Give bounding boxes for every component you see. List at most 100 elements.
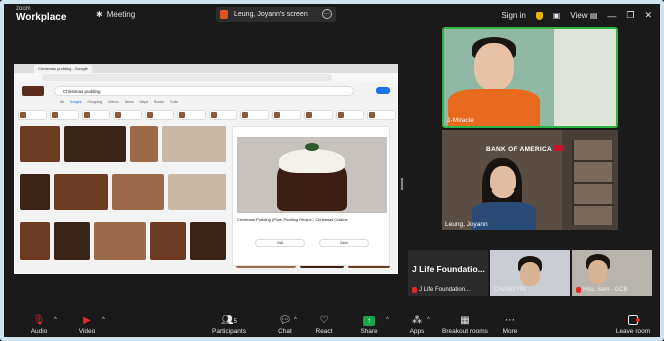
image-result[interactable] xyxy=(130,126,158,162)
tab-images[interactable]: Images xyxy=(70,100,81,104)
participant-name: Hsu, Sam - GCB xyxy=(583,287,628,293)
image-result[interactable] xyxy=(190,222,226,260)
more-label: More xyxy=(502,328,518,335)
image-preview-panel[interactable]: Christmas Pudding (Plum Pudding Recipe -… xyxy=(232,126,390,266)
mic-muted-icon xyxy=(576,287,581,293)
background-wall xyxy=(554,29,616,126)
image-result[interactable] xyxy=(54,174,108,210)
filter-chip[interactable] xyxy=(81,110,111,120)
leave-icon xyxy=(628,315,640,325)
filter-chip[interactable] xyxy=(367,110,396,120)
image-result[interactable] xyxy=(94,222,146,260)
bank-flag-icon xyxy=(554,145,564,151)
icing-shape xyxy=(279,149,345,173)
video-tile-miracle[interactable]: 1-Miracle xyxy=(442,27,618,128)
shared-screen[interactable]: Christmas pudding - Google Sea Christmas… xyxy=(14,64,398,274)
maximize-icon[interactable]: ❐ xyxy=(626,10,634,21)
participants-button[interactable]: 👥︎5 Participants xyxy=(204,315,254,335)
save-button[interactable]: Save xyxy=(319,239,369,247)
tab-news[interactable]: News xyxy=(125,100,134,104)
holly-shape xyxy=(305,143,319,151)
screen-share-label: Leung, Joyann's screen xyxy=(234,11,308,18)
filter-chip[interactable] xyxy=(272,110,301,120)
tab-all[interactable]: All xyxy=(60,100,64,104)
more-options-icon[interactable]: … xyxy=(322,9,332,19)
participant-face xyxy=(588,260,608,284)
filter-chip[interactable] xyxy=(303,110,333,120)
tab-maps[interactable]: Maps xyxy=(140,100,149,104)
tab-books[interactable]: Books xyxy=(154,100,164,104)
filter-chip[interactable] xyxy=(335,110,365,120)
screen-share-indicator[interactable]: Leung, Joyann's screen … xyxy=(216,7,336,22)
share-screen-icon xyxy=(220,10,228,19)
filter-chip[interactable] xyxy=(145,110,174,120)
participant-face xyxy=(474,43,514,91)
image-result[interactable] xyxy=(64,126,126,162)
mic-muted-icon xyxy=(412,287,417,293)
share-arrow-icon: ↑ xyxy=(363,316,375,326)
image-result[interactable] xyxy=(20,174,50,210)
close-icon[interactable]: ✕ xyxy=(644,10,652,21)
view-button[interactable]: View ▤ xyxy=(570,11,597,20)
browser-address-bar xyxy=(14,73,398,82)
url-field[interactable] xyxy=(42,74,332,81)
tab-shopping[interactable]: Shopping xyxy=(87,100,102,104)
filter-chip[interactable] xyxy=(18,110,47,120)
video-tile-jlife[interactable]: J Life Foundatio... J Life Foundation... xyxy=(408,250,488,296)
audio-options-caret[interactable]: ^ xyxy=(54,317,57,323)
image-result[interactable] xyxy=(20,126,60,162)
video-tile-changyin[interactable]: CHANGYIN xyxy=(490,250,570,296)
tab-videos[interactable]: Videos xyxy=(108,100,119,104)
video-options-caret[interactable]: ^ xyxy=(102,317,105,323)
visit-button[interactable]: Visit xyxy=(255,239,305,247)
shield-icon[interactable] xyxy=(535,11,543,20)
image-result[interactable] xyxy=(168,174,226,210)
react-label: React xyxy=(315,328,333,335)
share-options-caret[interactable]: ^ xyxy=(386,317,389,323)
image-result[interactable] xyxy=(20,222,50,260)
minimize-icon[interactable]: — xyxy=(607,11,616,21)
filter-chip[interactable] xyxy=(113,110,142,120)
participants-label: Participants xyxy=(212,328,246,335)
chat-options-caret[interactable]: ^ xyxy=(294,317,297,323)
sign-in-button[interactable] xyxy=(376,87,390,94)
participants-count: 5 xyxy=(233,319,238,325)
meeting-button[interactable]: ✱ Meeting xyxy=(96,10,135,19)
resize-handle[interactable] xyxy=(401,178,403,190)
leave-room-button[interactable]: Leave room xyxy=(608,315,658,335)
video-tile-leung[interactable]: BANK OF AMERICA Leung, Joyann xyxy=(442,130,618,230)
participant-label: Hsu, Sam - GCB xyxy=(576,287,628,293)
calendar-icon[interactable]: ▣ xyxy=(553,11,561,20)
more-icon: ⋯ xyxy=(505,315,515,326)
more-button[interactable]: ⋯ More xyxy=(485,315,535,335)
image-result[interactable] xyxy=(112,174,164,210)
view-label: View xyxy=(570,11,588,20)
image-result[interactable] xyxy=(54,222,90,260)
image-result[interactable] xyxy=(162,126,226,162)
filter-chip[interactable] xyxy=(49,110,79,120)
preview-title[interactable]: Christmas Pudding (Plum Pudding Recipe -… xyxy=(237,217,348,222)
image-result[interactable] xyxy=(150,222,186,260)
preview-image xyxy=(237,137,387,213)
search-tabs: All Images Shopping Videos News Maps Boo… xyxy=(60,100,178,104)
filter-chip[interactable] xyxy=(240,110,269,120)
search-input[interactable]: Christmas pudding xyxy=(54,86,354,96)
shelf-line xyxy=(574,160,614,162)
filter-chip[interactable] xyxy=(208,110,238,120)
leave-label: Leave room xyxy=(615,328,651,335)
participant-display-name: J Life Foundatio... xyxy=(412,264,485,274)
apps-options-caret[interactable]: ^ xyxy=(427,317,430,323)
paw-icon: ✱ xyxy=(96,10,103,19)
react-button[interactable]: ♡ React xyxy=(299,315,349,335)
participant-strip: J Life Foundatio... J Life Foundation...… xyxy=(408,250,652,296)
zoom-logo: zoom Workplace xyxy=(16,6,66,23)
leave-icon-wrap xyxy=(608,315,658,327)
video-tile-hsu[interactable]: Hsu, Sam - GCB xyxy=(572,250,652,296)
meeting-label: Meeting xyxy=(106,10,136,19)
filter-chip[interactable] xyxy=(176,110,206,120)
tab-tools[interactable]: Tools xyxy=(170,100,178,104)
shelf-line xyxy=(574,182,614,184)
sign-in-link[interactable]: Sign in xyxy=(501,11,525,20)
top-bar: zoom Workplace ✱ Meeting Leung, Joyann's… xyxy=(4,4,660,26)
browser-tab[interactable]: Christmas pudding - Google Sea xyxy=(34,65,92,79)
